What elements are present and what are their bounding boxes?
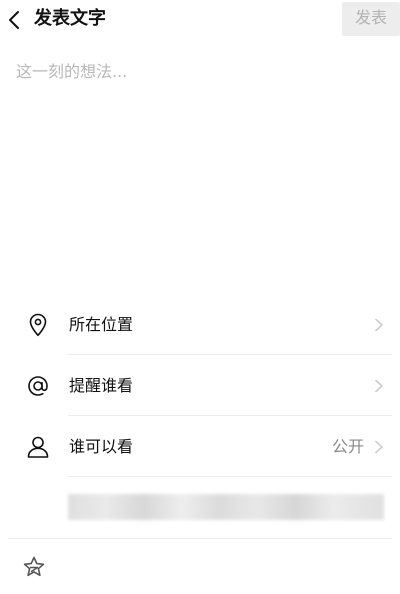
option-label-visibility: 谁可以看 [69,437,134,456]
post-options-list: 所在位置 提醒谁看 谁可以看 公开 [0,294,400,477]
chevron-right-icon [375,440,383,454]
star-icon [23,556,45,577]
chevron-left-icon [9,11,19,29]
chevron-right-icon [375,379,383,393]
row-divider [68,476,392,477]
at-icon [28,376,48,396]
header-bar: 发表文字 发表 [0,0,400,40]
option-label-mention: 提醒谁看 [69,376,134,395]
redacted-content [68,494,384,520]
chevron-right-icon [375,318,383,332]
option-row-visibility[interactable]: 谁可以看 公开 [0,416,400,477]
option-row-location[interactable]: 所在位置 [0,294,400,355]
bottom-divider [8,538,392,539]
page-title: 发表文字 [34,8,106,29]
favorite-button[interactable] [22,555,46,579]
compose-text-input[interactable] [16,60,384,280]
person-icon [27,436,49,458]
back-button[interactable] [4,6,28,34]
publish-button[interactable]: 发表 [342,2,400,36]
option-label-location: 所在位置 [69,315,134,334]
location-pin-icon [29,313,47,337]
visibility-value: 公开 [331,437,364,456]
option-row-mention[interactable]: 提醒谁看 [0,355,400,416]
